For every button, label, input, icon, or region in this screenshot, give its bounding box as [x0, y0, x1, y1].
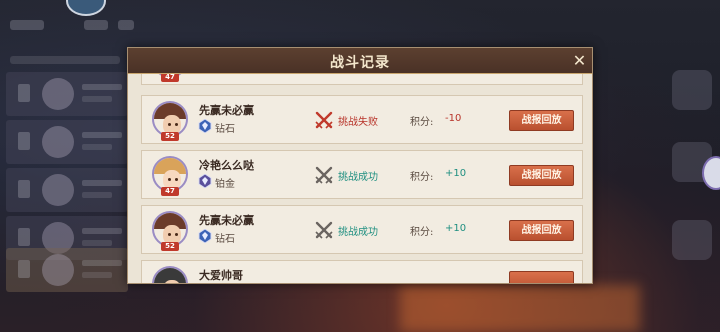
record-list[interactable]: 47 52 先赢未必赢 钻石 挑战失败 积分: -10 战报回放 47 冷艳么么…: [128, 74, 592, 283]
background-ranking-list: [6, 52, 128, 292]
battle-record-modal: 战斗记录 ✕ 47 52 先赢未必赢 钻石 挑战失败 积分: -10 战报回放 …: [127, 47, 593, 284]
level-badge: 47: [161, 74, 179, 82]
player-avatar[interactable]: 47: [152, 156, 192, 196]
portrait: [152, 266, 188, 283]
crossed-swords-icon: [315, 166, 333, 184]
replay-button[interactable]: 战报回放: [509, 165, 574, 186]
level-badge: 47: [161, 187, 179, 196]
background-top-bar: [8, 14, 138, 36]
close-button[interactable]: ✕: [571, 52, 588, 69]
tier-name: 钻石: [215, 234, 235, 245]
diamond-rank-icon: [198, 119, 212, 133]
score-label: 积分:: [410, 227, 434, 238]
crossed-swords-icon: [315, 221, 333, 239]
player-avatar[interactable]: [152, 266, 192, 283]
diamond-rank-icon: [198, 229, 212, 243]
replay-button[interactable]: 战报回放: [509, 220, 574, 241]
result-text: 挑战失败: [338, 117, 378, 128]
platinum-rank-icon: [198, 174, 212, 188]
record-row: 47 冷艳么么哒 铂金 挑战成功 积分: +10 战报回放: [141, 150, 583, 199]
player-avatar[interactable]: 47: [152, 74, 192, 82]
player-avatar[interactable]: 52: [152, 211, 192, 251]
record-row: 52 先赢未必赢 钻石 挑战成功 积分: +10 战报回放: [141, 205, 583, 254]
modal-header: 战斗记录 ✕: [128, 48, 592, 74]
player-name: 大爱帅哥: [199, 269, 243, 282]
score-value: +10: [445, 168, 467, 179]
score-value: +10: [445, 223, 467, 234]
score-value: -10: [445, 113, 462, 124]
tier-name: 铂金: [215, 179, 235, 190]
score-label: 积分:: [410, 117, 434, 128]
score-label: 积分:: [410, 172, 434, 183]
replay-button[interactable]: 战报回放: [509, 110, 574, 131]
level-badge: 52: [161, 242, 179, 251]
player-name: 冷艳么么哒: [199, 159, 254, 172]
record-row: 大爱帅哥: [141, 260, 583, 283]
crossed-swords-icon: [315, 111, 333, 129]
player-name: 先赢未必赢: [199, 104, 254, 117]
background-glow: [400, 285, 640, 332]
player-name: 先赢未必赢: [199, 214, 254, 227]
record-row: 47: [141, 74, 583, 85]
player-avatar[interactable]: 52: [152, 101, 192, 141]
replay-button[interactable]: [509, 271, 574, 283]
modal-title: 战斗记录: [330, 55, 390, 71]
result-text: 挑战成功: [338, 227, 378, 238]
record-row: 52 先赢未必赢 钻石 挑战失败 积分: -10 战报回放: [141, 95, 583, 144]
result-text: 挑战成功: [338, 172, 378, 183]
level-badge: 52: [161, 132, 179, 141]
tier-name: 钻石: [215, 124, 235, 135]
